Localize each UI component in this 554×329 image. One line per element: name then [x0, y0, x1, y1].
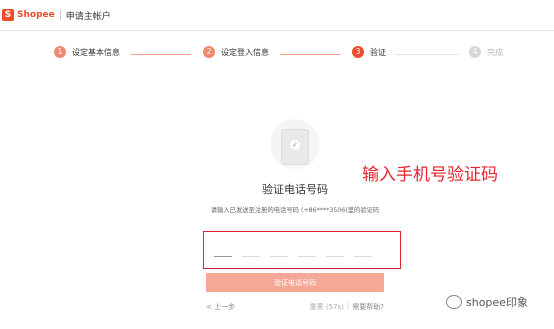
otp-digit-5[interactable] — [326, 246, 344, 257]
checkmark-icon: ✓ — [290, 140, 300, 150]
step-2: 2 设定登入信息 — [203, 46, 269, 58]
step-4: 4 完成 — [469, 46, 503, 58]
step-connector-2 — [280, 54, 340, 55]
step-connector-1 — [131, 54, 191, 55]
step-1-label: 设定基本信息 — [72, 47, 120, 57]
bottom-actions: < 上一步 重寄 (57s) | 需要帮助? — [206, 302, 384, 312]
step-4-number: 4 — [469, 46, 481, 58]
bottom-right-links: 重寄 (57s) | 需要帮助? — [310, 302, 384, 312]
top-bar: S Shopee 申请主帐户 — [0, 0, 554, 31]
watermark-text: shopee印象 — [466, 296, 528, 309]
step-3-label: 验证 — [370, 47, 386, 57]
back-link[interactable]: < 上一步 — [206, 302, 235, 312]
shopee-bag-icon: S — [2, 9, 14, 21]
watermark: shopee印象 — [446, 294, 528, 310]
link-separator: | — [346, 302, 350, 310]
page-title: 验证电话号码 — [262, 183, 328, 196]
otp-digit-1[interactable] — [214, 246, 232, 257]
header-divider — [59, 10, 61, 20]
wechat-icon — [446, 295, 462, 309]
step-1: 1 设定基本信息 — [54, 46, 120, 58]
phone-check-icon: ✓ — [281, 129, 309, 165]
step-3: 3 验证 — [352, 46, 386, 58]
brand-name: Shopee — [17, 10, 55, 20]
step-2-number: 2 — [203, 46, 215, 58]
step-1-number: 1 — [54, 46, 66, 58]
step-3-number: 3 — [352, 46, 364, 58]
verification-description: 请输入已发送至注册的电话号码 (+86****3506)里的验证码 — [210, 207, 380, 214]
shopee-logo[interactable]: S Shopee — [2, 9, 55, 21]
help-link[interactable]: 需要帮助? — [352, 302, 384, 312]
step-2-label: 设定登入信息 — [221, 47, 269, 57]
otp-digit-2[interactable] — [242, 246, 260, 257]
resend-countdown[interactable]: 重寄 (57s) — [310, 302, 344, 312]
verify-phone-button[interactable]: 验证电话号码 — [206, 273, 384, 292]
otp-digit-4[interactable] — [298, 246, 316, 257]
otp-input[interactable] — [214, 246, 372, 257]
otp-digit-6[interactable] — [354, 246, 372, 257]
otp-digit-3[interactable] — [270, 246, 288, 257]
step-indicator: 1 设定基本信息 2 设定登入信息 3 验证 4 完成 — [0, 46, 554, 62]
step-4-label: 完成 — [487, 47, 503, 57]
step-connector-3 — [395, 54, 459, 55]
page-header-title: 申请主帐户 — [65, 11, 111, 22]
